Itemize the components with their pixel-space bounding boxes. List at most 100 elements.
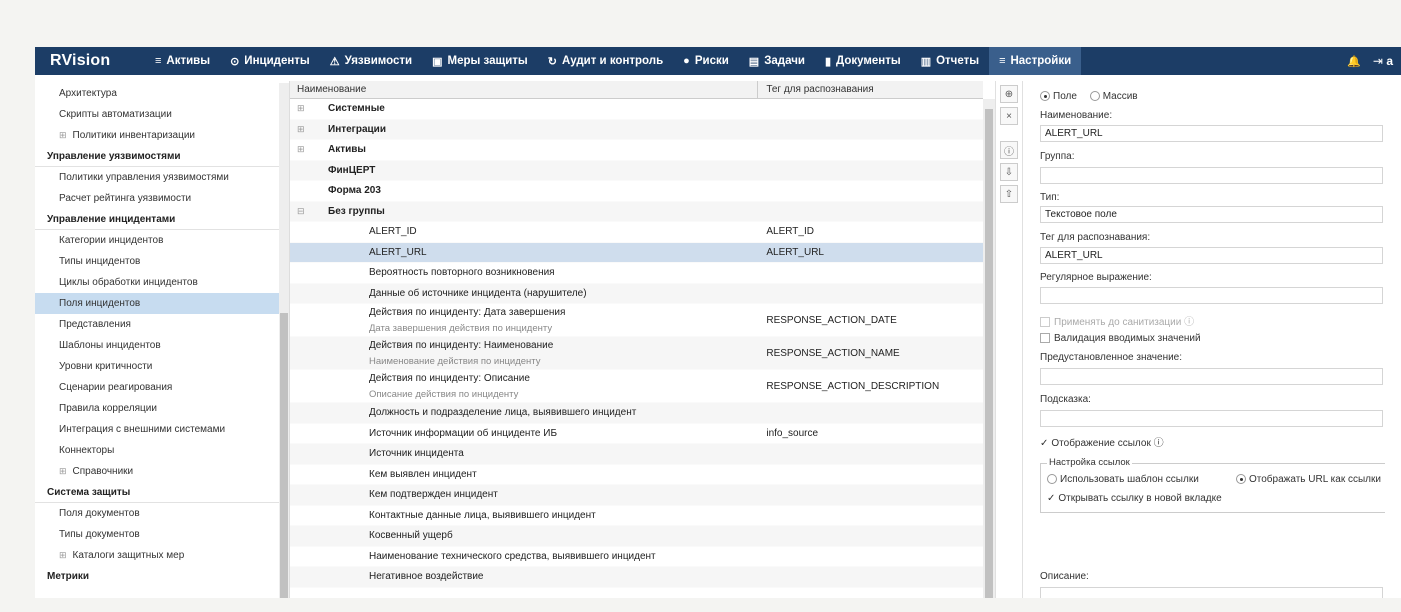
sidebar-section-header[interactable]: Метрики [35, 566, 279, 587]
table-group-row[interactable]: ⊟ Без группы [290, 201, 983, 222]
expand-icon[interactable]: ⊞ [59, 466, 67, 476]
table-row[interactable]: Контактные данные лица, выявившего инцид… [290, 506, 983, 526]
sidebar-scrollbar-thumb[interactable] [280, 313, 288, 598]
table-row[interactable]: Действия по инциденту: Описание Описание … [290, 370, 983, 403]
table-scrollbar-thumb[interactable] [985, 109, 993, 598]
table-group-row[interactable]: ФинЦЕРТ [290, 160, 983, 181]
sidebar-item[interactable]: Правила корреляции [35, 398, 279, 419]
hint-input[interactable] [1040, 410, 1383, 427]
table-group-row[interactable]: ⊞ Системные [290, 99, 983, 120]
logout-button[interactable]: ⇥ a [1373, 54, 1393, 68]
validation-checkbox[interactable]: Валидация вводимых значений [1040, 333, 1201, 344]
sidebar-item[interactable]: ⊞ Каталоги защитных мер [35, 545, 279, 566]
sidebar-item[interactable]: Поля документов [35, 503, 279, 524]
show-links-check-icon: ✓ [1040, 438, 1049, 449]
import-button[interactable]: ⇩ [1000, 163, 1018, 181]
show-links-checkbox[interactable]: ✓ Отображение ссылок ⓘ [1040, 434, 1164, 449]
nav-item-target[interactable]: ⊙ Инциденты [220, 47, 320, 75]
field-name: Источник информации об инциденте ИБ [369, 427, 558, 439]
sidebar-item[interactable]: Коннекторы [35, 440, 279, 461]
nav-item-report[interactable]: ▥ Отчеты [911, 47, 989, 75]
nav-item-warning[interactable]: ⚠ Уязвимости [320, 47, 422, 75]
radio-array[interactable]: Массив [1089, 91, 1138, 102]
nav-item-settings-menu[interactable]: ≡ Настройки [989, 47, 1082, 75]
sidebar-item[interactable]: Категории инцидентов [35, 230, 279, 251]
nav-item-shield[interactable]: ▣ Меры защиты [422, 47, 538, 75]
app-logo[interactable]: RVision [35, 52, 145, 70]
table-row[interactable]: Действия по инциденту: Наименование Наиме… [290, 337, 983, 370]
sidebar-item[interactable]: Типы документов [35, 524, 279, 545]
table-row[interactable]: Кем выявлен инцидент [290, 465, 983, 485]
sanitize-checkbox[interactable]: Применять до санитизации ⓘ [1040, 313, 1194, 328]
nav-item-refresh[interactable]: ↻ Аудит и контроль [538, 47, 673, 75]
row-name-cell: Вероятность повторного возникновения [290, 267, 758, 278]
delete-button[interactable]: × [1000, 107, 1018, 125]
table-row[interactable]: ALERT_ID ALERT_ID [290, 222, 983, 243]
sidebar-item[interactable]: ⊞ Политики инвентаризации [35, 125, 279, 146]
tree-toggle-icon[interactable]: ⊞ [297, 144, 305, 155]
nav-item-document[interactable]: ▮ Документы [815, 47, 911, 75]
column-header-name[interactable]: Наименование [290, 81, 759, 98]
sidebar-item[interactable]: Скрипты автоматизации [35, 104, 279, 125]
sidebar-item[interactable]: Типы инцидентов [35, 251, 279, 272]
radio-field[interactable]: Поле [1040, 91, 1077, 102]
radio-use-template[interactable]: Использовать шаблон ссылки [1047, 474, 1199, 485]
table-group-row[interactable]: ⊞ Активы [290, 140, 983, 161]
sidebar-item[interactable]: Интеграция с внешними системами [35, 419, 279, 440]
table-row[interactable]: Данные об источнике инцидента (нарушител… [290, 283, 983, 304]
expand-icon[interactable]: ⊞ [59, 550, 67, 560]
sidebar-item[interactable]: Политики управления уязвимостями [35, 167, 279, 188]
sidebar-scrollbar[interactable] [279, 83, 289, 598]
radio-array-label: Массив [1102, 91, 1138, 102]
default-value-input[interactable] [1040, 368, 1383, 385]
nav-item-alert-circle[interactable]: ● Риски [673, 47, 739, 75]
sidebar-item-label: Политики управления уязвимостями [59, 172, 229, 183]
table-group-row[interactable]: ⊞ Интеграции [290, 119, 983, 140]
tree-toggle-icon[interactable]: ⊞ [297, 124, 305, 135]
sidebar-item[interactable]: Поля инцидентов [35, 293, 279, 314]
add-button[interactable]: ⊕ [1000, 85, 1018, 103]
open-new-tab-checkbox[interactable]: ✓ Открывать ссылку в новой вкладке [1047, 493, 1222, 504]
tree-toggle-icon[interactable]: ⊟ [297, 206, 305, 217]
info-button[interactable]: ⓘ [1000, 141, 1018, 159]
column-header-tag[interactable]: Тег для распознавания [758, 81, 983, 98]
group-input[interactable] [1040, 167, 1383, 184]
nav-item-label: Инциденты [244, 55, 310, 67]
table-row[interactable]: Действия по инциденту: Дата завершения Да… [290, 304, 983, 337]
tree-toggle-icon[interactable]: ⊞ [297, 103, 305, 114]
sidebar-item[interactable]: Сценарии реагирования [35, 377, 279, 398]
sidebar-item[interactable]: Уровни критичности [35, 356, 279, 377]
name-input[interactable]: ALERT_URL [1040, 125, 1383, 142]
table-row[interactable]: Должность и подразделение лица, выявивше… [290, 403, 983, 424]
expand-icon[interactable]: ⊞ [59, 130, 67, 140]
nav-item-database[interactable]: ≡ Активы [145, 47, 220, 75]
sidebar-item[interactable]: Расчет рейтинга уязвимости [35, 188, 279, 209]
sidebar-item[interactable]: Представления [35, 314, 279, 335]
bell-icon[interactable]: 🔔 [1347, 55, 1361, 68]
regex-input[interactable] [1040, 287, 1383, 304]
table-row[interactable]: Источник инцидента [290, 444, 983, 465]
description-textarea[interactable] [1040, 587, 1383, 598]
table-row[interactable]: Вероятность повторного возникновения [290, 263, 983, 284]
sidebar-item[interactable]: Архитектура [35, 83, 279, 104]
nav-item-tasks[interactable]: ▤ Задачи [739, 47, 815, 75]
table-scrollbar[interactable] [983, 99, 995, 598]
sidebar-section-header[interactable]: Управление инцидентами [35, 209, 279, 230]
sidebar-item[interactable]: Циклы обработки инцидентов [35, 272, 279, 293]
sidebar-section-header[interactable]: Система защиты [35, 482, 279, 503]
group-name: Интеграции [328, 123, 386, 135]
table-row[interactable]: Кем подтвержден инцидент [290, 485, 983, 506]
sidebar-item[interactable]: Шаблоны инцидентов [35, 335, 279, 356]
table-row[interactable]: ALERT_URL ALERT_URL [290, 242, 983, 263]
sidebar-section-header[interactable]: Управление уязвимостями [35, 146, 279, 167]
table-row[interactable]: Негативное воздействие [290, 567, 983, 588]
export-button[interactable]: ⇧ [1000, 185, 1018, 203]
table-row[interactable]: Косвенный ущерб [290, 526, 983, 547]
sidebar-item[interactable]: ⊞ Справочники [35, 461, 279, 482]
tag-input[interactable]: ALERT_URL [1040, 247, 1383, 264]
table-row[interactable]: Источник информации об инциденте ИБ info_… [290, 424, 983, 444]
radio-show-url[interactable]: Отображать URL как ссылки [1236, 474, 1381, 485]
table-row[interactable]: Наименование технического средства, выяв… [290, 547, 983, 567]
type-select[interactable]: Текстовое поле [1040, 206, 1383, 223]
table-group-row[interactable]: Форма 203 [290, 181, 983, 202]
